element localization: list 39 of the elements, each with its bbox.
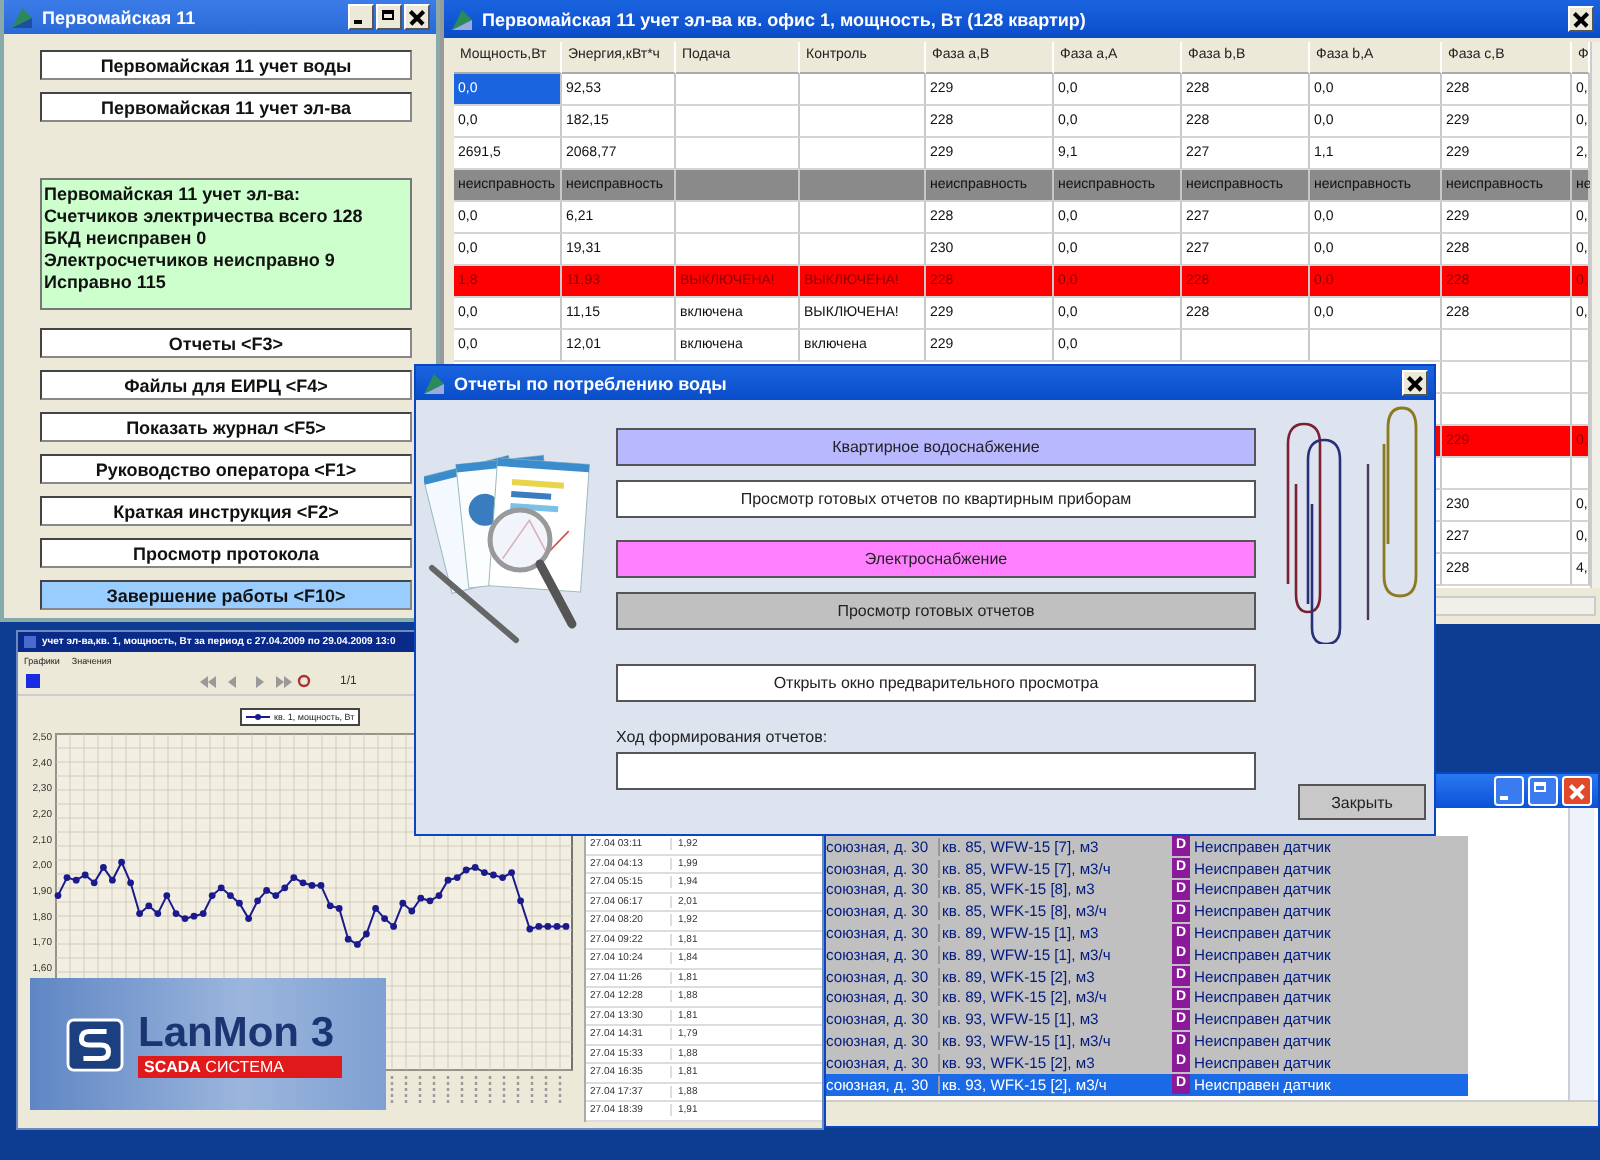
report-button[interactable]: Квартирное водоснабжение [616, 428, 1256, 466]
info-text: Первомайская 11 учет эл-ва: [44, 184, 303, 206]
scrollbar[interactable] [1568, 808, 1594, 1100]
app-icon [24, 636, 36, 648]
minimize-button[interactable] [348, 4, 374, 30]
logo-tagline: SCADA СИСТЕМА [138, 1055, 342, 1077]
close-button[interactable] [1402, 370, 1428, 396]
scrollbar[interactable] [1590, 42, 1600, 588]
navigation-icons[interactable] [196, 673, 316, 689]
close-button[interactable] [1568, 6, 1594, 32]
app-icon [450, 7, 474, 31]
close-button[interactable] [404, 4, 430, 30]
info-text: БКД неисправен 0 [44, 228, 209, 250]
logo-icon [66, 1017, 124, 1071]
report-button[interactable]: Электроснабжение [616, 540, 1256, 578]
close-button[interactable]: Закрыть [1298, 784, 1426, 820]
menu-button[interactable]: Краткая инструкция <F2> [40, 496, 412, 526]
window-title: Первомайская 11 учет эл-ва кв. офис 1, мощность, Вт (128 квартир) [482, 9, 1086, 29]
maximize-button[interactable] [376, 4, 402, 30]
menu-button[interactable]: Завершение работы <F10> [40, 580, 412, 610]
info-text: Исправно 115 [44, 272, 168, 294]
menu-button[interactable]: Просмотр протокола [40, 538, 412, 568]
report-button[interactable]: Просмотр готовых отчетов [616, 592, 1256, 630]
menu-button[interactable]: Руководство оператора <F1> [40, 454, 412, 484]
info-text: Электросчетчиков неисправно 9 [44, 250, 337, 272]
info-text: Счетчиков электричества всего 128 [44, 206, 365, 228]
menu-button[interactable]: Показать журнал <F5> [40, 412, 412, 442]
report-button[interactable]: Открыть окно предварительного просмотра [616, 664, 1256, 702]
dialog-title: Отчеты по потреблению воды [454, 373, 727, 393]
logo-name: LanMon 3 [138, 1011, 336, 1055]
window-title: Первомайская 11 [42, 7, 196, 27]
menu-button[interactable]: Файлы для ЕИРЦ <F4> [40, 370, 412, 400]
menu-button[interactable]: Первомайская 11 учет воды [40, 50, 412, 80]
menu-button[interactable]: Отчеты <F3> [40, 328, 412, 358]
app-icon [422, 371, 446, 395]
app-icon [10, 5, 34, 29]
progress-label: Ход формирования отчетов: [616, 728, 830, 746]
report-button[interactable]: Просмотр готовых отчетов по квартирным приборам [616, 480, 1256, 518]
menu-button[interactable]: Первомайская 11 учет эл-ва [40, 92, 412, 122]
